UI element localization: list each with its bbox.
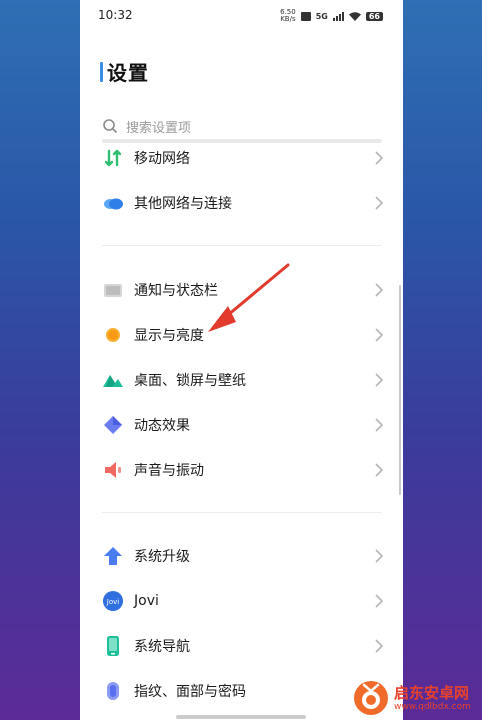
status-icons: 6.50 KB/s 5G 66 [280, 9, 383, 23]
search-field[interactable]: 搜索设置项 [102, 114, 382, 138]
signal-icon [332, 11, 344, 21]
chevron-right-icon [375, 463, 383, 477]
watermark-url: www.qdlbdx.com [394, 701, 471, 712]
settings-item-label: 其他网络与连接 [134, 196, 232, 212]
settings-item-label: 动态效果 [134, 418, 190, 434]
settings-screen: 10:32 6.50 KB/s 5G 66 设置 搜索设置项 移动网络 其他网络… [80, 0, 403, 720]
settings-item-label: 移动网络 [134, 151, 190, 167]
settings-item-system-navigation[interactable]: 系统导航 [80, 626, 403, 666]
settings-item-label: 系统导航 [134, 639, 190, 655]
settings-item-label: 桌面、锁屏与壁纸 [134, 373, 246, 389]
settings-item-sound-vibration[interactable]: 声音与振动 [80, 450, 403, 490]
status-time: 10:32 [98, 8, 133, 22]
cloud-icon [104, 198, 123, 210]
settings-item-label: 系统升级 [134, 549, 190, 565]
jovi-icon: Jovi [103, 591, 123, 611]
chevron-right-icon [375, 639, 383, 653]
battery-icon: 66 [365, 11, 383, 21]
phone-navigation-icon [107, 636, 119, 656]
home-indicator[interactable] [176, 715, 306, 719]
mobile-network-icon [104, 149, 122, 167]
network-speed: 6.50 KB/s [280, 9, 296, 23]
chevron-right-icon [375, 418, 383, 432]
watermark-name: 启东安卓网 [394, 683, 470, 702]
settings-item-label: 显示与亮度 [134, 328, 204, 344]
fingerprint-icon [107, 682, 119, 700]
wifi-icon [348, 11, 361, 21]
search-placeholder: 搜索设置项 [126, 120, 192, 136]
speaker-icon [105, 462, 121, 478]
chevron-right-icon [375, 151, 383, 165]
chevron-right-icon [375, 594, 383, 608]
notification-icon [104, 284, 122, 297]
page-title: 设置 [107, 61, 149, 85]
settings-item-label: 声音与振动 [134, 463, 204, 479]
chevron-right-icon [375, 196, 383, 210]
page-header: 设置 [100, 57, 149, 86]
chevron-right-icon [375, 549, 383, 563]
search-icon [103, 119, 117, 133]
settings-item-jovi[interactable]: Jovi Jovi [80, 581, 403, 621]
group-divider [102, 245, 382, 246]
chevron-right-icon [375, 373, 383, 387]
chevron-right-icon [375, 283, 383, 297]
settings-item-desktop-wallpaper[interactable]: 桌面、锁屏与壁纸 [80, 360, 403, 400]
mountain-icon [103, 375, 123, 387]
svg-text:Jovi: Jovi [106, 598, 119, 606]
sun-icon [106, 328, 120, 342]
nfc-icon [300, 11, 311, 21]
settings-item-motion-effects[interactable]: 动态效果 [80, 405, 403, 445]
network-type: 5G [315, 11, 328, 21]
title-accent [100, 61, 103, 82]
settings-item-mobile-network[interactable]: 移动网络 [80, 138, 403, 178]
chevron-right-icon [375, 328, 383, 342]
watermark-logo-icon [354, 681, 388, 715]
group-divider [102, 512, 382, 513]
settings-item-label: 通知与状态栏 [134, 283, 218, 299]
settings-item-label: 指纹、面部与密码 [134, 684, 246, 700]
settings-item-display-brightness[interactable]: 显示与亮度 [80, 315, 403, 355]
upgrade-arrow-icon [104, 547, 122, 565]
scrollbar[interactable] [399, 285, 401, 495]
settings-item-other-networks[interactable]: 其他网络与连接 [80, 183, 403, 223]
settings-item-label: Jovi [134, 593, 159, 609]
network-speed-unit: KB/s [280, 15, 296, 23]
settings-item-system-upgrade[interactable]: 系统升级 [80, 536, 403, 576]
diamond-icon [104, 416, 122, 434]
watermark: 启东安卓网 www.qdlbdx.com [352, 676, 482, 720]
status-bar: 10:32 6.50 KB/s 5G 66 [80, 0, 403, 30]
settings-item-notifications[interactable]: 通知与状态栏 [80, 270, 403, 310]
